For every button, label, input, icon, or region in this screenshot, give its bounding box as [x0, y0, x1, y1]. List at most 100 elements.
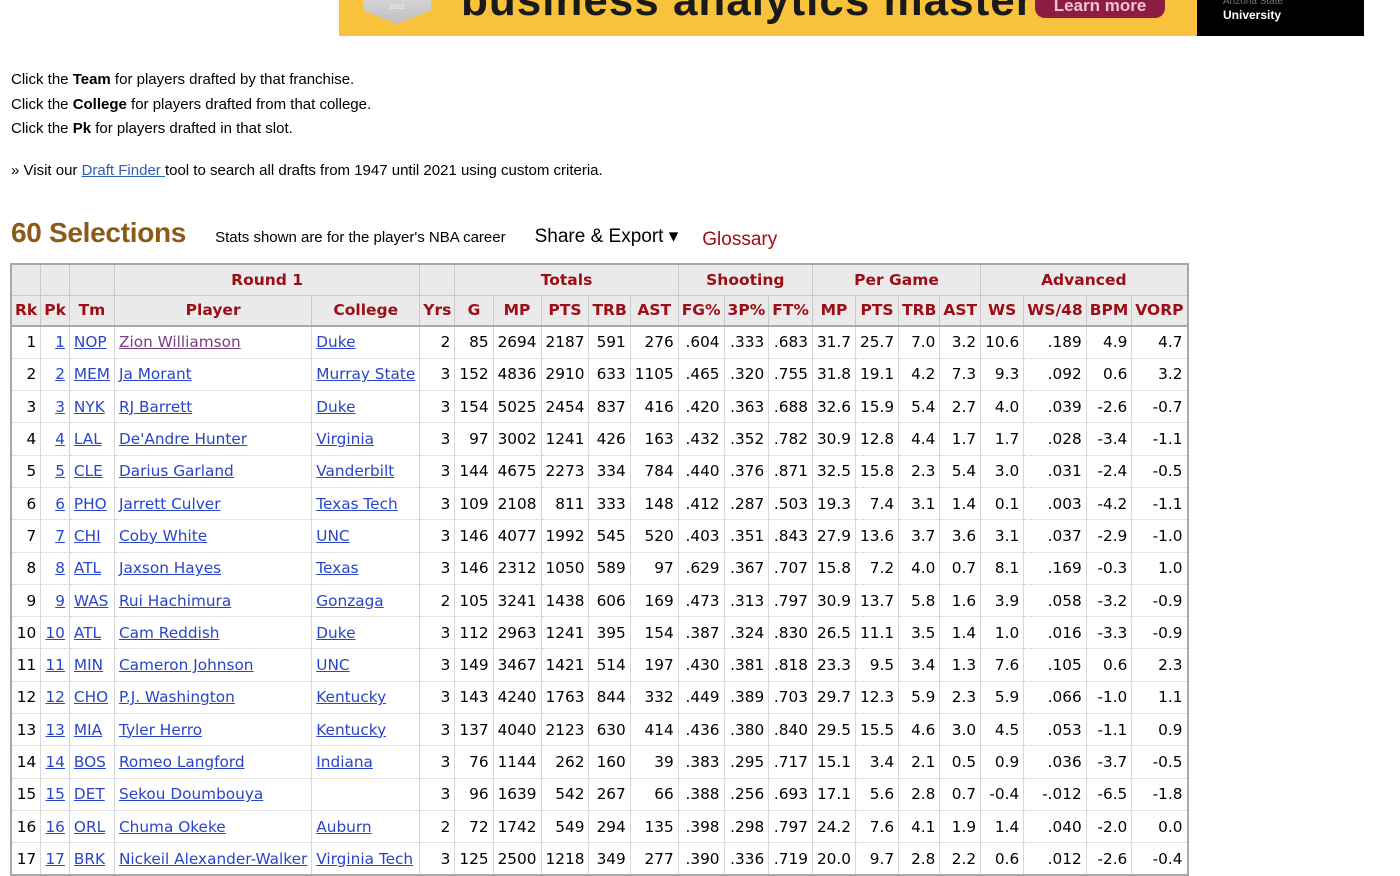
column-header-vorp[interactable]: VORP	[1131, 295, 1188, 327]
college-link[interactable]: Auburn	[316, 818, 371, 836]
column-header-ast-per-game[interactable]: AST	[939, 295, 982, 327]
team-link[interactable]: CLE	[74, 462, 103, 480]
column-header-g[interactable]: G	[454, 295, 494, 327]
pick-link[interactable]: 1	[55, 333, 65, 351]
college-link[interactable]: Duke	[316, 333, 355, 351]
column-header-mp[interactable]: MP	[493, 295, 542, 327]
glossary-link[interactable]: Glossary	[702, 229, 777, 251]
column-header-ws-per-48[interactable]: WS/48	[1023, 295, 1087, 327]
team-link[interactable]: NOP	[74, 333, 107, 351]
cell-bpm: -4.2	[1086, 487, 1133, 521]
team-link[interactable]: MIN	[74, 656, 103, 674]
pick-link[interactable]: 16	[45, 818, 64, 836]
college-link[interactable]: Virginia	[316, 430, 374, 448]
college-link[interactable]: Kentucky	[316, 688, 386, 706]
player-link[interactable]: Nickeil Alexander-Walker	[119, 850, 307, 868]
pick-link[interactable]: 15	[45, 785, 64, 803]
college-link[interactable]: Duke	[316, 624, 355, 642]
college-link[interactable]: Texas Tech	[316, 495, 397, 513]
team-link[interactable]: ATL	[74, 559, 101, 577]
college-link[interactable]: Texas	[316, 559, 358, 577]
team-link[interactable]: ATL	[74, 624, 101, 642]
ad-banner[interactable]: 2022 business analytics masters. Learn m…	[339, 0, 1364, 36]
pick-link[interactable]: 12	[45, 688, 64, 706]
college-link[interactable]: Kentucky	[316, 721, 386, 739]
column-header-rk[interactable]: Rk	[11, 295, 42, 327]
pick-link[interactable]: 13	[45, 721, 64, 739]
player-link[interactable]: Jarrett Culver	[119, 495, 221, 513]
pick-link[interactable]: 10	[45, 624, 64, 642]
player-link[interactable]: Romeo Langford	[119, 753, 245, 771]
share-export-menu[interactable]: Share & Export ▾	[535, 225, 679, 248]
player-link[interactable]: Coby White	[119, 527, 207, 545]
column-header-pk[interactable]: Pk	[40, 295, 70, 327]
column-header-trb[interactable]: TRB	[588, 295, 631, 327]
draft-finder-link[interactable]: Draft Finder	[82, 162, 165, 179]
player-link[interactable]: Tyler Herro	[119, 721, 202, 739]
college-link[interactable]: UNC	[316, 656, 349, 674]
team-link[interactable]: DET	[74, 785, 105, 803]
player-link[interactable]: Cameron Johnson	[119, 656, 254, 674]
team-link[interactable]: ORL	[74, 818, 105, 836]
pick-link[interactable]: 7	[55, 527, 65, 545]
pick-link[interactable]: 8	[55, 559, 65, 577]
pick-link[interactable]: 11	[45, 656, 64, 674]
column-header-ws[interactable]: WS	[980, 295, 1025, 327]
column-header-ast[interactable]: AST	[630, 295, 679, 327]
cell-mp-per-game: 29.7	[812, 681, 857, 715]
team-link[interactable]: BRK	[74, 850, 105, 868]
column-header-pts-per-game[interactable]: PTS	[855, 295, 900, 327]
player-link[interactable]: Ja Morant	[119, 365, 192, 383]
pick-link[interactable]: 14	[45, 753, 64, 771]
column-header-mp-per-game[interactable]: MP	[812, 295, 857, 327]
cell-rebounds: 514	[588, 648, 631, 682]
team-link[interactable]: MEM	[74, 365, 110, 383]
team-link[interactable]: CHI	[74, 527, 101, 545]
player-link[interactable]: Chuma Okeke	[119, 818, 226, 836]
player-link[interactable]: Sekou Doumbouya	[119, 785, 263, 803]
player-link[interactable]: De'Andre Hunter	[119, 430, 247, 448]
college-link[interactable]: Gonzaga	[316, 592, 383, 610]
team-link[interactable]: NYK	[74, 398, 105, 416]
player-link[interactable]: RJ Barrett	[119, 398, 192, 416]
college-link[interactable]: UNC	[316, 527, 349, 545]
college-link[interactable]: Vanderbilt	[316, 462, 394, 480]
team-link[interactable]: PHO	[74, 495, 107, 513]
player-link[interactable]: Jaxson Hayes	[119, 559, 221, 577]
column-header-yrs[interactable]: Yrs	[419, 295, 456, 327]
team-link[interactable]: BOS	[74, 753, 106, 771]
team-link[interactable]: MIA	[74, 721, 102, 739]
pick-link[interactable]: 3	[55, 398, 65, 416]
player-link[interactable]: P.J. Washington	[119, 688, 235, 706]
cell-rebounds: 633	[588, 358, 631, 392]
column-header-bpm[interactable]: BPM	[1086, 295, 1133, 327]
column-header-tm[interactable]: Tm	[69, 295, 115, 327]
column-header-fg-pct[interactable]: FG%	[678, 295, 725, 327]
pick-link[interactable]: 17	[45, 850, 64, 868]
column-header-ft-pct[interactable]: FT%	[768, 295, 813, 327]
column-header-trb-per-game[interactable]: TRB	[898, 295, 941, 327]
player-link[interactable]: Darius Garland	[119, 462, 234, 480]
team-link[interactable]: WAS	[74, 592, 108, 610]
column-header-college[interactable]: College	[311, 295, 421, 327]
pick-link[interactable]: 2	[55, 365, 65, 383]
college-link[interactable]: Virginia Tech	[316, 850, 413, 868]
player-link[interactable]: Zion Williamson	[119, 333, 241, 351]
column-header-pts[interactable]: PTS	[541, 295, 590, 327]
column-header-player[interactable]: Player	[114, 295, 313, 327]
cell-trb-per-game: 5.4	[898, 390, 941, 424]
college-link[interactable]: Indiana	[316, 753, 373, 771]
column-header-3p-pct[interactable]: 3P%	[724, 295, 770, 327]
pick-link[interactable]: 4	[55, 430, 65, 448]
player-link[interactable]: Rui Hachimura	[119, 592, 231, 610]
team-link[interactable]: LAL	[74, 430, 102, 448]
team-link[interactable]: CHO	[74, 688, 108, 706]
pick-link[interactable]: 5	[55, 462, 65, 480]
pick-link[interactable]: 9	[55, 592, 65, 610]
player-link[interactable]: Cam Reddish	[119, 624, 220, 642]
college-link[interactable]: Murray State	[316, 365, 415, 383]
ad-learn-more-button[interactable]: Learn more	[1035, 0, 1165, 18]
cell-games: 85	[454, 326, 494, 359]
college-link[interactable]: Duke	[316, 398, 355, 416]
pick-link[interactable]: 6	[55, 495, 65, 513]
